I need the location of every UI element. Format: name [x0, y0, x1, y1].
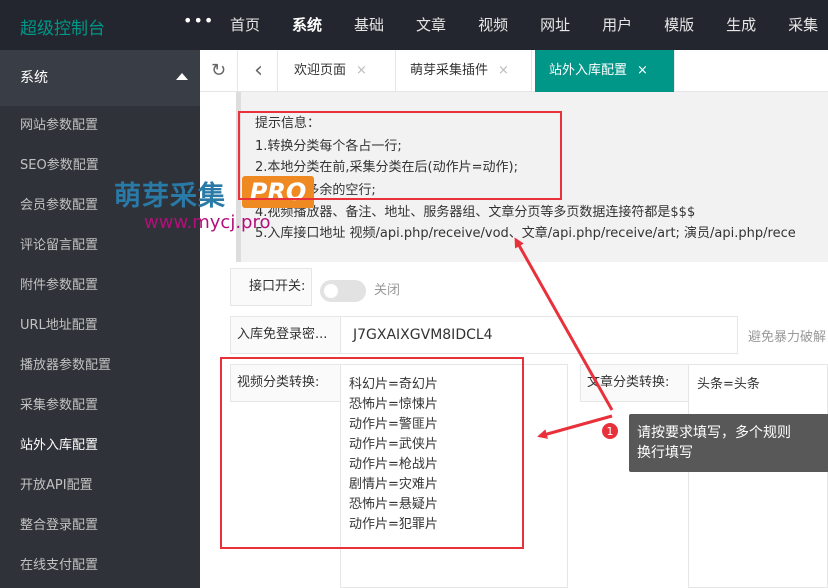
- annotation-badge: 1: [601, 422, 619, 440]
- annotation-text-line1: 请按要求填写，多个规则: [637, 425, 791, 441]
- annotation-text-line2: 换行填写: [637, 445, 693, 461]
- annotation-arrows: [514, 237, 614, 439]
- annotation-tooltip: 请按要求填写，多个规则 换行填写: [629, 414, 828, 472]
- arrow-to-tips: [514, 237, 614, 411]
